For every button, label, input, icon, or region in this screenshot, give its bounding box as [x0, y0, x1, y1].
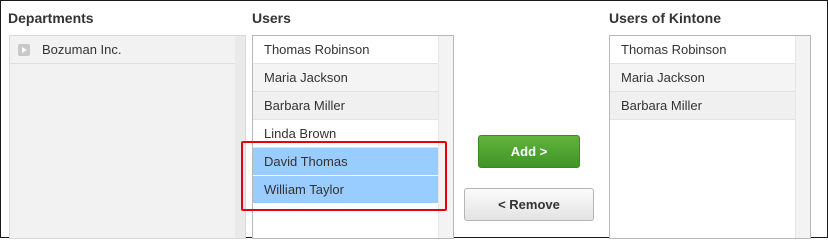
- departments-scrollbar[interactable]: [235, 36, 245, 238]
- user-selection-dialog: Departments Bozuman Inc. Users Thomas Ro…: [0, 0, 828, 239]
- user-item-selected[interactable]: David Thomas: [253, 148, 439, 176]
- kintone-users-scrollbar[interactable]: [795, 36, 810, 238]
- users-title: Users: [252, 10, 291, 26]
- kintone-user-item[interactable]: Barbara Miller: [610, 92, 796, 120]
- users-list[interactable]: Thomas Robinson Maria Jackson Barbara Mi…: [252, 35, 454, 239]
- user-item[interactable]: Linda Brown: [253, 120, 439, 148]
- kintone-users-title: Users of Kintone: [609, 10, 722, 26]
- kintone-user-item[interactable]: Thomas Robinson: [610, 36, 796, 64]
- user-item[interactable]: Thomas Robinson: [253, 36, 439, 64]
- departments-tree[interactable]: Bozuman Inc.: [9, 35, 246, 239]
- department-label: Bozuman Inc.: [42, 42, 122, 57]
- expand-arrow-icon[interactable]: [18, 43, 30, 56]
- users-scrollbar[interactable]: [438, 36, 453, 238]
- departments-title: Departments: [8, 10, 94, 26]
- user-item[interactable]: Barbara Miller: [253, 92, 439, 120]
- kintone-users-list[interactable]: Thomas Robinson Maria Jackson Barbara Mi…: [609, 35, 811, 239]
- department-item[interactable]: Bozuman Inc.: [10, 36, 245, 64]
- user-item[interactable]: Maria Jackson: [253, 64, 439, 92]
- remove-button[interactable]: < Remove: [464, 188, 594, 221]
- kintone-user-item[interactable]: Maria Jackson: [610, 64, 796, 92]
- user-item-selected[interactable]: William Taylor: [253, 176, 439, 204]
- add-button[interactable]: Add >: [478, 135, 580, 168]
